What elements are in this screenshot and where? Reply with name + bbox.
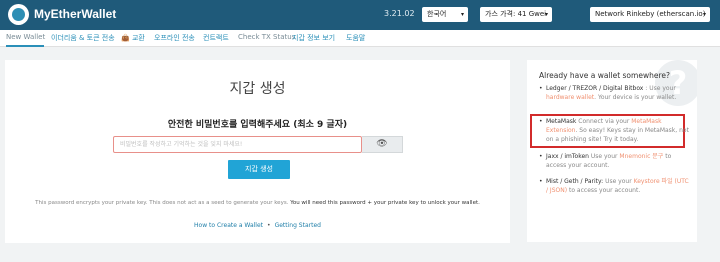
chevron-down-icon: ▾ (702, 11, 706, 18)
page-title: 지갑 생성 (229, 81, 286, 97)
nav-view-wallet[interactable]: 지갑 정보 보기 (292, 33, 335, 43)
nav-check-tx[interactable]: Check TX Status (238, 33, 295, 41)
chevron-down-icon: ▾ (544, 11, 548, 18)
password-info-text: This password encrypts your private key.… (5, 200, 510, 206)
getting-started-link[interactable]: Getting Started (275, 222, 321, 229)
password-label: 안전한 비밀번호를 입력해주세요 (최소 9 글자) (167, 120, 348, 130)
language-select[interactable]: 한국어 ▾ (422, 7, 468, 22)
eye-icon: 👁 (376, 139, 388, 149)
nav-offline-send[interactable]: 오프라인 전송 (154, 33, 195, 43)
generate-wallet-button[interactable]: 지갑 생성 (228, 160, 290, 179)
gas-price-value: 가스 가격: 41 Gwei (485, 10, 547, 18)
sidebar-item-hardware: • Ledger / TREZOR / Digital Bitbox : Use… (539, 85, 677, 101)
bullet-icon: • (539, 153, 543, 160)
how-to-create-link[interactable]: How to Create a Wallet (194, 222, 263, 229)
bullet-icon: • (539, 178, 543, 185)
nav-swap[interactable]: 👜 교환 (121, 33, 145, 43)
password-input[interactable]: 비밀번호를 작성하고 기억하는 것을 잊지 마세요! (113, 136, 362, 153)
hardware-wallet-link[interactable]: hardware wallet (546, 94, 594, 101)
bag-icon: 👜 (121, 34, 130, 42)
gas-price-select[interactable]: 가스 가격: 41 Gwei ▾ (480, 7, 552, 22)
info-text: This password encrypts your private key.… (35, 200, 289, 206)
nav-active-underline (6, 45, 44, 47)
sidebar-item-keystore: • Mist / Geth / Parity: Use your Keystor… (539, 178, 689, 194)
existing-wallet-sidebar: ? Already have a wallet somewhere? • Led… (527, 60, 697, 242)
network-value: Network Rinkeby (etherscan.io) (595, 10, 706, 18)
nav-new-wallet[interactable]: New Wallet (6, 33, 45, 41)
toggle-password-visibility-button[interactable]: 👁 (362, 136, 403, 153)
top-header: MyEtherWallet 3.21.02 한국어 ▾ 가스 가격: 41 Gw… (0, 0, 720, 30)
sidebar-item-metamask: • MetaMask Connect via your MetaMask Ext… (539, 118, 689, 143)
mnemonic-link[interactable]: Mnemonic 문구 (619, 153, 663, 160)
logo-icon[interactable] (8, 4, 29, 25)
version-label: 3.21.02 (384, 9, 415, 18)
help-links: How to Create a Wallet • Getting Started (5, 222, 510, 229)
sidebar-item-mnemonic: • Jaxx / imToken Use your Mnemonic 문구 to… (539, 153, 672, 169)
nav-contracts[interactable]: 컨트랙트 (203, 33, 229, 43)
create-wallet-card: 지갑 생성 안전한 비밀번호를 입력해주세요 (최소 9 글자) 비밀번호를 작… (5, 60, 510, 243)
bullet-icon: • (539, 118, 543, 125)
chevron-down-icon: ▾ (460, 11, 464, 18)
bullet-icon: • (539, 85, 543, 92)
nav-send[interactable]: 이더리움 & 토큰 전송 (51, 33, 115, 43)
info-bold-text: You will need this password + your priva… (290, 200, 480, 206)
nav-help[interactable]: 도움말 (346, 33, 365, 43)
network-select[interactable]: Network Rinkeby (etherscan.io) ▾ (590, 7, 710, 22)
link-separator: • (267, 222, 271, 229)
main-nav: New Wallet 이더리움 & 토큰 전송 👜 교환 오프라인 전송 컨트랙… (0, 30, 720, 47)
logo-text[interactable]: MyEtherWallet (34, 7, 116, 21)
sidebar-title: Already have a wallet somewhere? (539, 71, 670, 80)
language-value: 한국어 (427, 10, 447, 18)
